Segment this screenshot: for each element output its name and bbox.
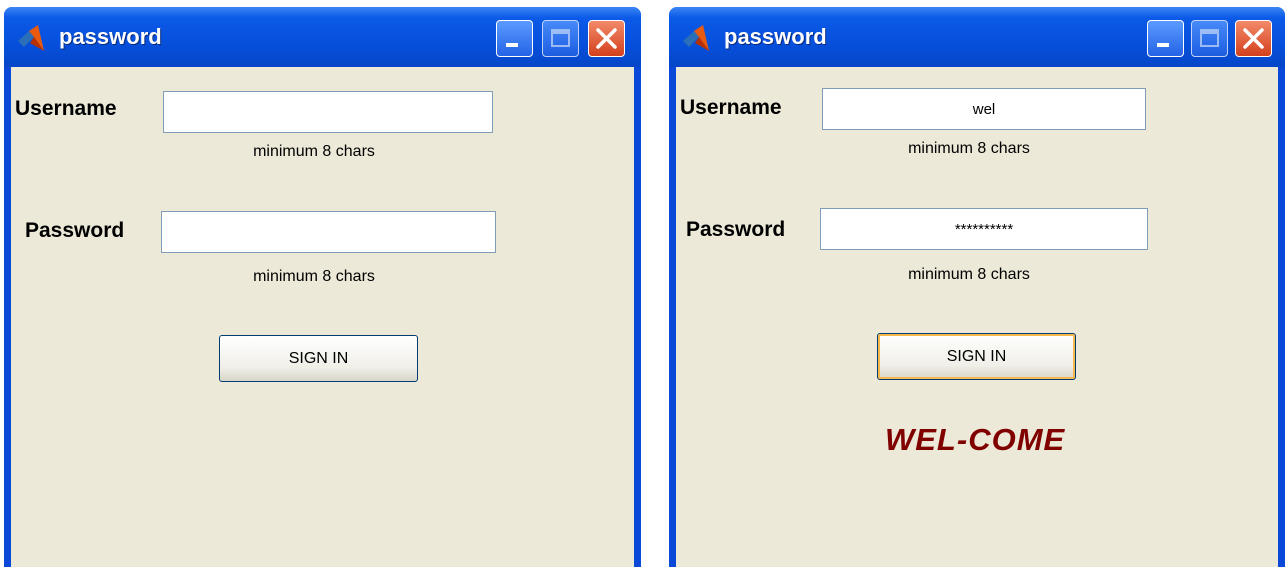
- matlab-icon: [18, 25, 44, 51]
- close-button[interactable]: [1235, 20, 1272, 57]
- minimize-icon: [506, 43, 518, 47]
- username-label: Username: [680, 96, 782, 119]
- matlab-icon: [683, 25, 709, 51]
- password-input[interactable]: [820, 208, 1148, 250]
- username-hint: minimum 8 chars: [908, 140, 1030, 157]
- client-area: Username minimum 8 chars Password minimu…: [11, 67, 634, 567]
- title-bar[interactable]: password: [4, 7, 641, 67]
- minimize-icon: [1157, 43, 1169, 47]
- sign-in-button[interactable]: SIGN IN: [219, 335, 418, 382]
- password-label: Password: [686, 218, 786, 241]
- maximize-icon: [1200, 29, 1219, 47]
- window-title: password: [724, 24, 827, 49]
- password-hint: minimum 8 chars: [253, 268, 375, 285]
- window-title: password: [59, 24, 162, 49]
- close-button[interactable]: [588, 20, 625, 57]
- welcome-message: WEL-COME: [885, 422, 1066, 457]
- close-icon: [1243, 28, 1264, 49]
- password-window-filled: password Username minimum 8 chars Passwo…: [669, 7, 1285, 567]
- maximize-button[interactable]: [542, 20, 579, 57]
- password-window-empty: password Username minimum 8 chars Passwo…: [4, 7, 641, 567]
- maximize-button[interactable]: [1191, 20, 1228, 57]
- password-label: Password: [25, 219, 125, 242]
- username-label: Username: [15, 97, 117, 120]
- client-area: Username minimum 8 chars Password minimu…: [676, 67, 1278, 567]
- password-input[interactable]: [161, 211, 496, 253]
- sign-in-button[interactable]: SIGN IN: [877, 333, 1076, 380]
- username-hint: minimum 8 chars: [253, 143, 375, 160]
- username-input[interactable]: [822, 88, 1146, 130]
- maximize-icon: [551, 29, 570, 47]
- title-bar[interactable]: password: [669, 7, 1285, 67]
- close-icon: [596, 28, 617, 49]
- minimize-button[interactable]: [1147, 20, 1184, 57]
- password-hint: minimum 8 chars: [908, 266, 1030, 283]
- username-input[interactable]: [163, 91, 493, 133]
- minimize-button[interactable]: [496, 20, 533, 57]
